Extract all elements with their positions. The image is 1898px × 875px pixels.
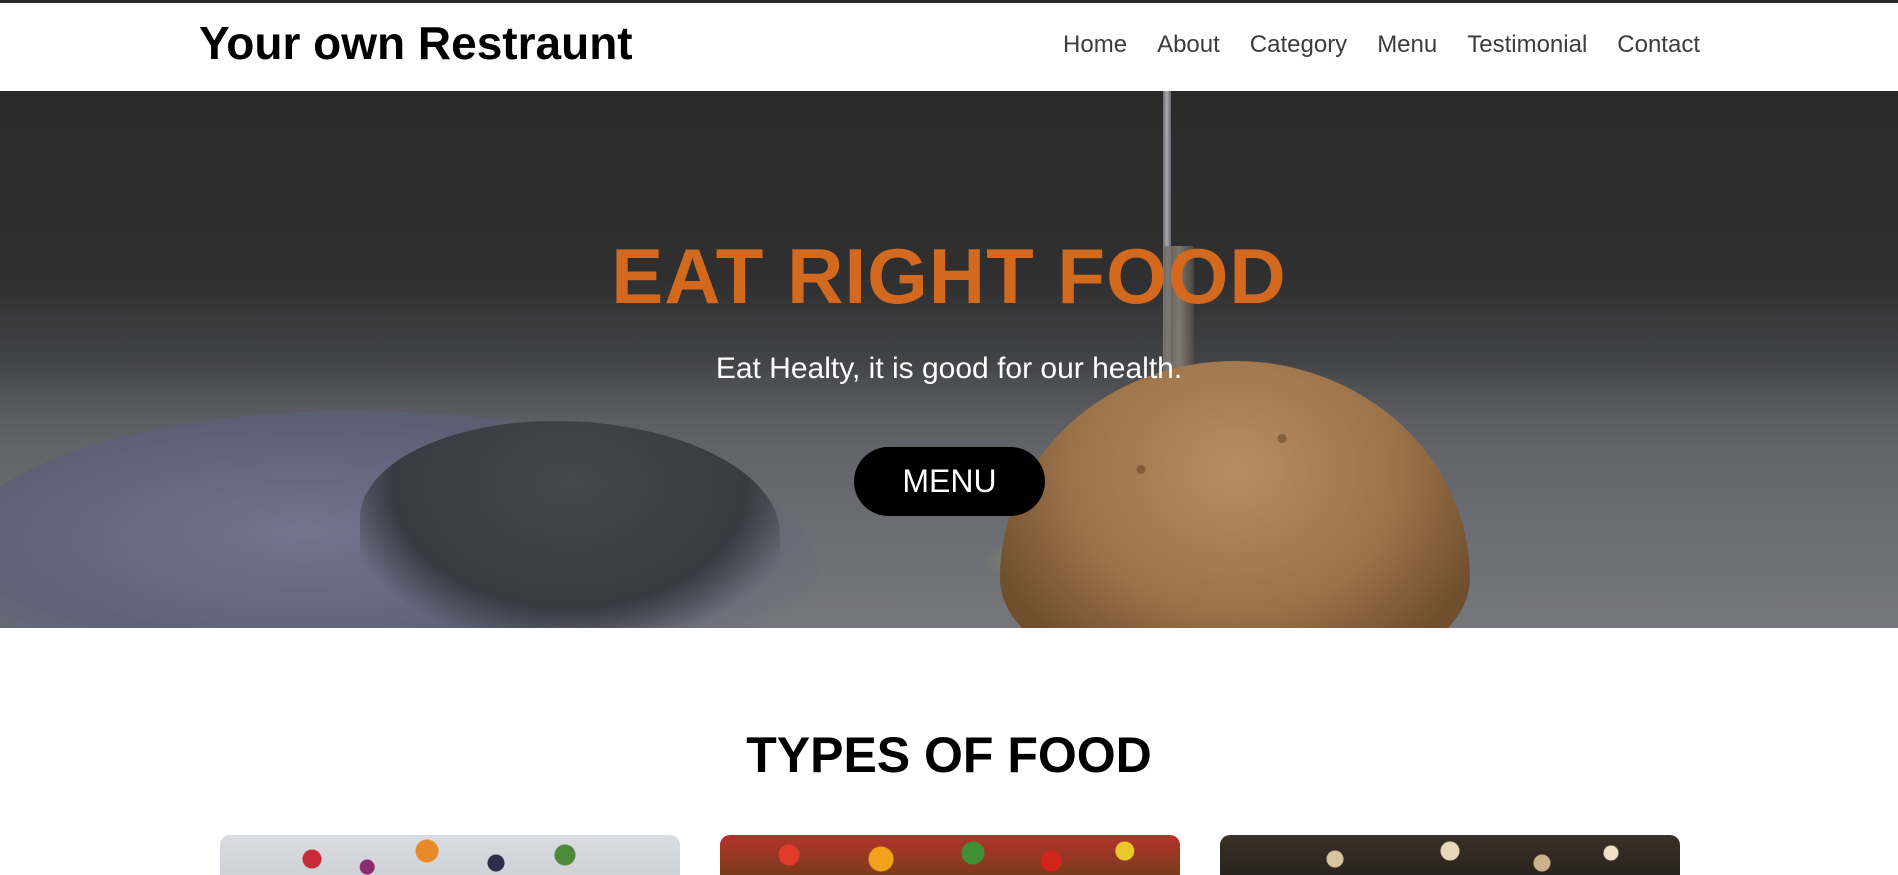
nav-link-contact[interactable]: Contact [1602, 27, 1700, 63]
hero-title: EAT RIGHT FOOD [611, 232, 1287, 320]
food-type-cards [0, 835, 1898, 875]
nav-link-about[interactable]: About [1142, 27, 1235, 63]
food-card-vegetables-image[interactable] [720, 835, 1180, 875]
nav-link-menu[interactable]: Menu [1362, 27, 1452, 63]
nav-link-testimonial[interactable]: Testimonial [1452, 27, 1602, 63]
hero-subtitle: Eat Healty, it is good for our health. [715, 352, 1183, 385]
hero-banner: EAT RIGHT FOOD Eat Healty, it is good fo… [0, 91, 1898, 628]
types-of-food-heading: TYPES OF FOOD [746, 727, 1152, 783]
main-nav: Home About Category Menu Testimonial Con… [1048, 27, 1700, 63]
navbar: Your own Restraunt Home About Category M… [0, 3, 1898, 91]
site-brand[interactable]: Your own Restraunt [199, 15, 633, 71]
nav-link-home[interactable]: Home [1048, 27, 1142, 63]
menu-button[interactable]: MENU [854, 447, 1045, 516]
food-card-fruit-image[interactable] [220, 835, 680, 875]
food-card-grains-image[interactable] [1220, 835, 1680, 875]
nav-link-category[interactable]: Category [1235, 27, 1362, 63]
